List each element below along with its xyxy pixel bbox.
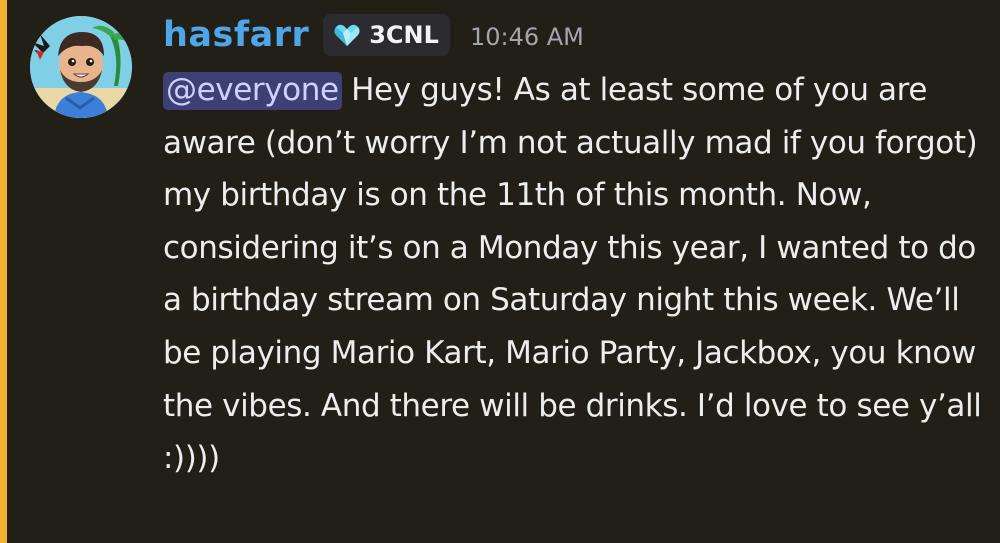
- server-tag[interactable]: 3CNL: [323, 14, 450, 56]
- message-content: @everyone Hey guys! As at least some of …: [163, 64, 983, 485]
- message-text: Hey guys! As at least some of you are aw…: [163, 72, 982, 477]
- author-username[interactable]: hasfarr: [163, 15, 309, 55]
- message-header: hasfarr 3CNL 10:46 AM: [163, 8, 584, 62]
- message-timestamp[interactable]: 10:46 AM: [470, 23, 584, 51]
- mention-highlight-bar: [0, 0, 7, 543]
- diamond-heart-icon: [334, 24, 360, 46]
- avatar[interactable]: [30, 16, 132, 118]
- everyone-mention[interactable]: @everyone: [163, 72, 342, 110]
- server-tag-label: 3CNL: [369, 21, 439, 49]
- cartoon-avatar-icon: [30, 16, 132, 118]
